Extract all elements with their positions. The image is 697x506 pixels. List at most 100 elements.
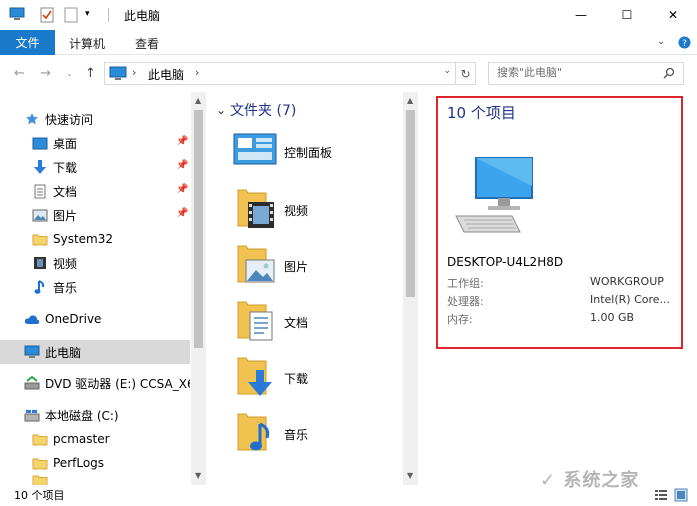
search-box[interactable] bbox=[488, 62, 684, 85]
nav-item-perflogs[interactable]: PerfLogs bbox=[0, 451, 190, 475]
search-input[interactable] bbox=[497, 66, 657, 79]
cloud-icon bbox=[24, 311, 40, 327]
nav-item-label: System32 bbox=[53, 232, 114, 246]
large-icons-view-icon[interactable] bbox=[674, 488, 688, 502]
customize-toolbar-icon[interactable]: ▾ bbox=[85, 9, 90, 19]
videos-folder-icon bbox=[232, 184, 280, 232]
maximize-button[interactable]: ☐ bbox=[604, 0, 650, 30]
forward-arrow-icon[interactable]: → bbox=[40, 66, 51, 81]
file-item-label: 控制面板 bbox=[284, 146, 333, 160]
nav-item-pictures[interactable]: 图片 📌 bbox=[0, 203, 190, 227]
refresh-button[interactable]: ↻ bbox=[456, 62, 476, 85]
watermark-text: 系统之家 bbox=[563, 470, 640, 491]
nav-item-label: OneDrive bbox=[45, 312, 102, 326]
downloads-folder-icon bbox=[232, 352, 280, 400]
folder-icon bbox=[32, 231, 48, 247]
nav-item-local-disk-c[interactable]: 本地磁盘 (C:) bbox=[0, 403, 190, 427]
file-item-music[interactable]: 音乐 bbox=[232, 408, 402, 458]
tab-computer[interactable]: 计算机 bbox=[69, 35, 105, 52]
folders-group-header[interactable]: ⌄ 文件夹 (7) bbox=[216, 100, 296, 120]
recent-locations-icon[interactable]: ⌄ bbox=[66, 69, 73, 78]
nav-item-label: 快速访问 bbox=[45, 112, 94, 127]
file-item-control-panel[interactable]: 控制面板 bbox=[232, 130, 402, 180]
back-arrow-icon[interactable]: ← bbox=[14, 66, 25, 81]
file-item-downloads[interactable]: 下载 bbox=[232, 352, 402, 402]
nav-item-label: pcmaster bbox=[53, 432, 110, 446]
nav-item-documents[interactable]: 文档 📌 bbox=[0, 179, 190, 203]
details-pane: 10 个项目 DESKTOP-U4L2H8D 工作组: WORKGROUP 处理… bbox=[436, 96, 683, 349]
computer-name: DESKTOP-U4L2H8D bbox=[447, 255, 564, 269]
search-icon[interactable] bbox=[663, 67, 675, 82]
minimize-button[interactable]: — bbox=[558, 0, 604, 30]
scroll-down-icon[interactable]: ▼ bbox=[407, 471, 413, 480]
nav-item-label: PerfLogs bbox=[53, 456, 105, 470]
computer-icon bbox=[454, 156, 536, 239]
nav-item-label: 音乐 bbox=[53, 280, 78, 295]
nav-item-label: 此电脑 bbox=[45, 345, 82, 360]
close-button[interactable]: ✕ bbox=[650, 0, 696, 30]
file-item-label: 音乐 bbox=[284, 428, 309, 442]
folder-icon bbox=[32, 455, 48, 471]
nav-item-videos[interactable]: 视频 bbox=[0, 251, 190, 275]
nav-item-dvd-drive[interactable]: DVD 驱动器 (E:) CCSA_X64 bbox=[0, 371, 190, 395]
ribbon-tabs: 文件 计算机 查看 ⌄ ? bbox=[0, 30, 697, 55]
file-item-label: 下载 bbox=[284, 372, 309, 386]
nav-item-onedrive[interactable]: OneDrive bbox=[0, 307, 190, 331]
nav-item-downloads[interactable]: 下载 📌 bbox=[0, 155, 190, 179]
nav-item-this-pc[interactable]: 此电脑 bbox=[0, 340, 190, 364]
navigation-pane: 快速访问 桌面 📌 下载 📌 文档 📌 图片 📌 System32 视频 音乐 … bbox=[0, 92, 206, 485]
download-arrow-icon bbox=[32, 159, 48, 175]
music-folder-icon bbox=[232, 408, 280, 456]
nav-scroll-thumb[interactable] bbox=[194, 110, 203, 348]
scroll-down-icon[interactable]: ▼ bbox=[195, 471, 201, 480]
expand-ribbon-icon[interactable]: ⌄ bbox=[657, 36, 665, 47]
watermark-logo: ✓ 系统之家 bbox=[540, 470, 640, 491]
address-bar[interactable]: › 此电脑 › ⌄ bbox=[104, 62, 456, 85]
nav-item-quick-access[interactable]: 快速访问 bbox=[0, 107, 190, 131]
computer-icon[interactable] bbox=[9, 7, 25, 24]
help-icon[interactable]: ? bbox=[678, 36, 691, 52]
files-scrollbar[interactable]: ▲ ▼ bbox=[403, 92, 418, 485]
file-item-pictures[interactable]: 图片 bbox=[232, 240, 402, 290]
file-item-documents[interactable]: 文档 bbox=[232, 296, 402, 346]
workgroup-value: WORKGROUP bbox=[590, 275, 664, 288]
tab-file[interactable]: 文件 bbox=[0, 30, 55, 55]
pin-icon[interactable]: 📌 bbox=[176, 136, 188, 147]
group-header-label: 文件夹 (7) bbox=[230, 103, 297, 119]
scroll-up-icon[interactable]: ▲ bbox=[195, 96, 201, 105]
nav-scrollbar[interactable]: ▲ ▼ bbox=[191, 92, 206, 485]
files-scroll-thumb[interactable] bbox=[406, 110, 415, 297]
processor-label: 处理器: bbox=[447, 295, 484, 308]
address-path[interactable]: 此电脑 bbox=[148, 66, 184, 83]
chevron-down-icon[interactable]: ⌄ bbox=[216, 103, 226, 117]
nav-item-partial[interactable] bbox=[0, 475, 190, 485]
nav-item-label: 图片 bbox=[53, 208, 78, 223]
nav-item-music[interactable]: 音乐 bbox=[0, 275, 190, 299]
pin-icon[interactable]: 📌 bbox=[176, 160, 188, 171]
up-arrow-icon[interactable]: ↑ bbox=[85, 66, 96, 81]
computer-icon bbox=[24, 344, 40, 360]
properties-icon[interactable] bbox=[40, 7, 54, 26]
chevron-right-icon[interactable]: › bbox=[132, 66, 136, 79]
folder-icon bbox=[32, 475, 48, 485]
pin-icon[interactable]: 📌 bbox=[176, 208, 188, 219]
picture-icon bbox=[32, 207, 48, 223]
details-view-icon[interactable] bbox=[654, 488, 668, 502]
tab-view[interactable]: 查看 bbox=[135, 35, 159, 52]
pictures-folder-icon bbox=[232, 240, 280, 288]
title-separator bbox=[108, 8, 109, 22]
nav-item-desktop[interactable]: 桌面 📌 bbox=[0, 131, 190, 155]
scroll-up-icon[interactable]: ▲ bbox=[407, 96, 413, 105]
chevron-down-icon[interactable]: ⌄ bbox=[443, 66, 451, 76]
svg-text:?: ? bbox=[682, 39, 687, 49]
file-item-videos[interactable]: 视频 bbox=[232, 184, 402, 234]
nav-item-system32[interactable]: System32 bbox=[0, 227, 190, 251]
pin-icon[interactable]: 📌 bbox=[176, 184, 188, 195]
chevron-right-icon[interactable]: › bbox=[195, 66, 199, 79]
new-folder-icon[interactable] bbox=[64, 7, 78, 26]
nav-item-label: 文档 bbox=[53, 184, 78, 199]
nav-item-pcmaster[interactable]: pcmaster bbox=[0, 427, 190, 451]
video-icon bbox=[32, 255, 48, 271]
nav-item-label: 本地磁盘 (C:) bbox=[45, 408, 119, 423]
file-item-label: 视频 bbox=[284, 204, 309, 218]
